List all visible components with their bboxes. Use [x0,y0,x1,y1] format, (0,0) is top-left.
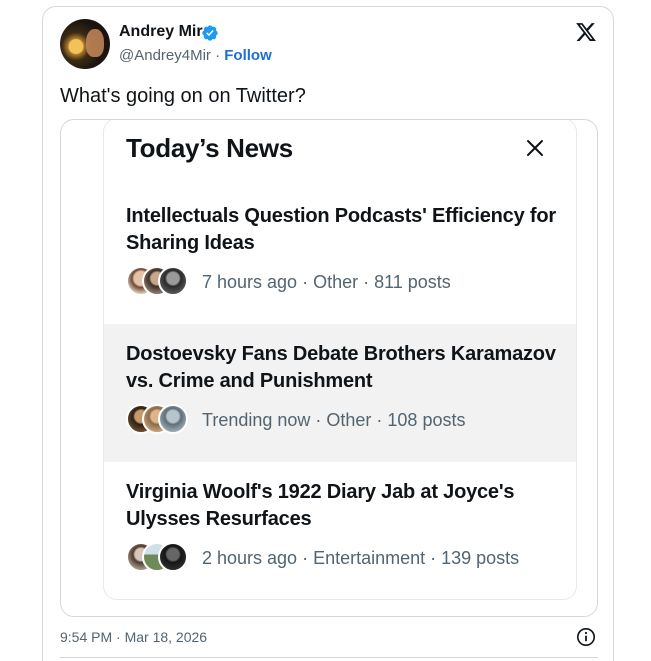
close-icon[interactable] [525,138,545,158]
author-handle[interactable]: @Andrey4Mir [119,47,211,64]
news-avatars [126,542,190,574]
follow-button[interactable]: Follow [224,47,272,64]
handle-separator: · [215,47,221,64]
contributor-avatar [158,542,188,572]
news-meta: 2 hours ago · Entertainment · 139 posts [202,548,520,568]
news-headline[interactable]: Virginia Woolf's 1922 Diary Jab at Joyce… [126,479,566,533]
author-avatar[interactable] [60,19,110,69]
news-avatars [126,404,190,436]
news-avatars [126,266,190,298]
divider [60,657,598,658]
news-panel-title: Today’s News [126,133,293,163]
x-logo-icon[interactable] [575,21,597,43]
info-icon[interactable] [576,627,596,647]
contributor-avatar [158,266,188,296]
tweet-timestamp[interactable]: 9:54 PM · Mar 18, 2026 [60,629,207,645]
news-item[interactable]: Dostoevsky Fans Debate Brothers Karamazo… [104,324,576,462]
tweet-text: What's going on on Twitter? [60,85,306,107]
todays-news-panel: Today’s News Intellectuals Question Podc… [103,120,577,600]
news-headline[interactable]: Dostoevsky Fans Debate Brothers Karamazo… [126,341,566,395]
news-meta: Trending now · Other · 108 posts [202,410,466,430]
author-display-name[interactable]: Andrey Mir [119,23,203,41]
contributor-avatar [158,404,188,434]
embedded-image[interactable]: Today’s News Intellectuals Question Podc… [60,119,598,617]
news-item[interactable]: Intellectuals Question Podcasts' Efficie… [104,186,576,324]
news-meta: 7 hours ago · Other · 811 posts [202,272,451,292]
news-item[interactable]: Virginia Woolf's 1922 Diary Jab at Joyce… [104,462,576,599]
verified-badge-icon [202,25,218,41]
news-headline[interactable]: Intellectuals Question Podcasts' Efficie… [126,203,566,257]
tweet-card: Andrey Mir @Andrey4Mir · Follow What's g… [42,6,614,661]
author-handle-line: @Andrey4Mir · Follow [119,47,272,64]
